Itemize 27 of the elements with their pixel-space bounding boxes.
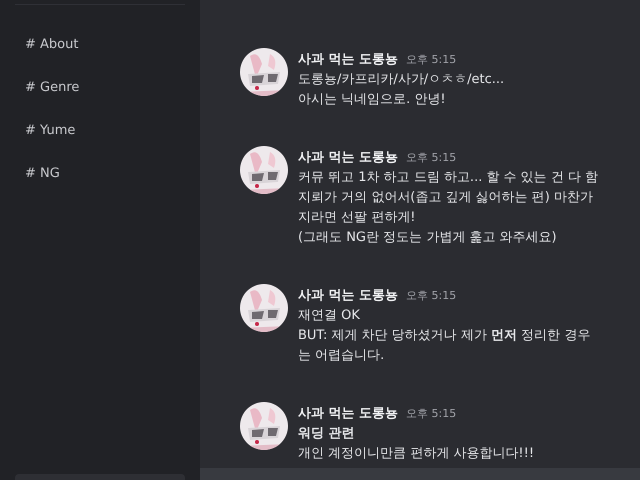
message-time: 오후 5:15 — [406, 150, 456, 165]
message-text: 는 어렵습니다. — [298, 347, 386, 365]
message-text: 개인 계정이니만큼 편하게 사용합니다!!! — [298, 445, 534, 463]
channel-link[interactable]: # NG — [15, 164, 185, 207]
message-text: 아시는 닉네임으로. 안녕! — [298, 91, 447, 109]
avatar — [240, 146, 288, 194]
message-text: BUT: 제게 차단 당하셨거나 제가 먼저 정리한 경우 — [298, 327, 590, 345]
message-time: 오후 5:15 — [406, 288, 456, 303]
author-name: 사과 먹는 도롱뇽 — [298, 287, 398, 304]
message-text: (그래도 NG란 정도는 가볍게 훑고 와주세요) — [298, 229, 558, 247]
avatar — [240, 402, 288, 450]
author-name: 사과 먹는 도롱뇽 — [298, 51, 398, 68]
message-time: 오후 5:15 — [406, 52, 456, 67]
message-text: 도롱뇽/카프리카/사가/ㅇㅊㅎ/etc... — [298, 71, 504, 89]
message-text: 재연결 OK — [298, 307, 361, 325]
message-text: 커뮤 뛰고 1차 하고 드림 하고... 할 수 있는 건 다 함 — [298, 169, 598, 187]
message-time: 오후 5:15 — [406, 406, 456, 421]
avatar — [240, 284, 288, 332]
message-heading: 워딩 관련 — [298, 425, 356, 443]
message-text: 지뢰가 거의 없어서(좁고 깊게 싫어하는 편) 마찬가 — [298, 189, 594, 207]
message-text: 지라면 선팔 편하게! — [298, 209, 416, 227]
channel-link[interactable]: # Genre — [15, 78, 185, 121]
avatar — [240, 48, 288, 96]
channel-link[interactable]: # Yume — [15, 121, 185, 164]
author-name: 사과 먹는 도롱뇽 — [298, 149, 398, 166]
channel-link[interactable]: # About — [15, 35, 185, 78]
author-name: 사과 먹는 도롱뇽 — [298, 405, 398, 422]
